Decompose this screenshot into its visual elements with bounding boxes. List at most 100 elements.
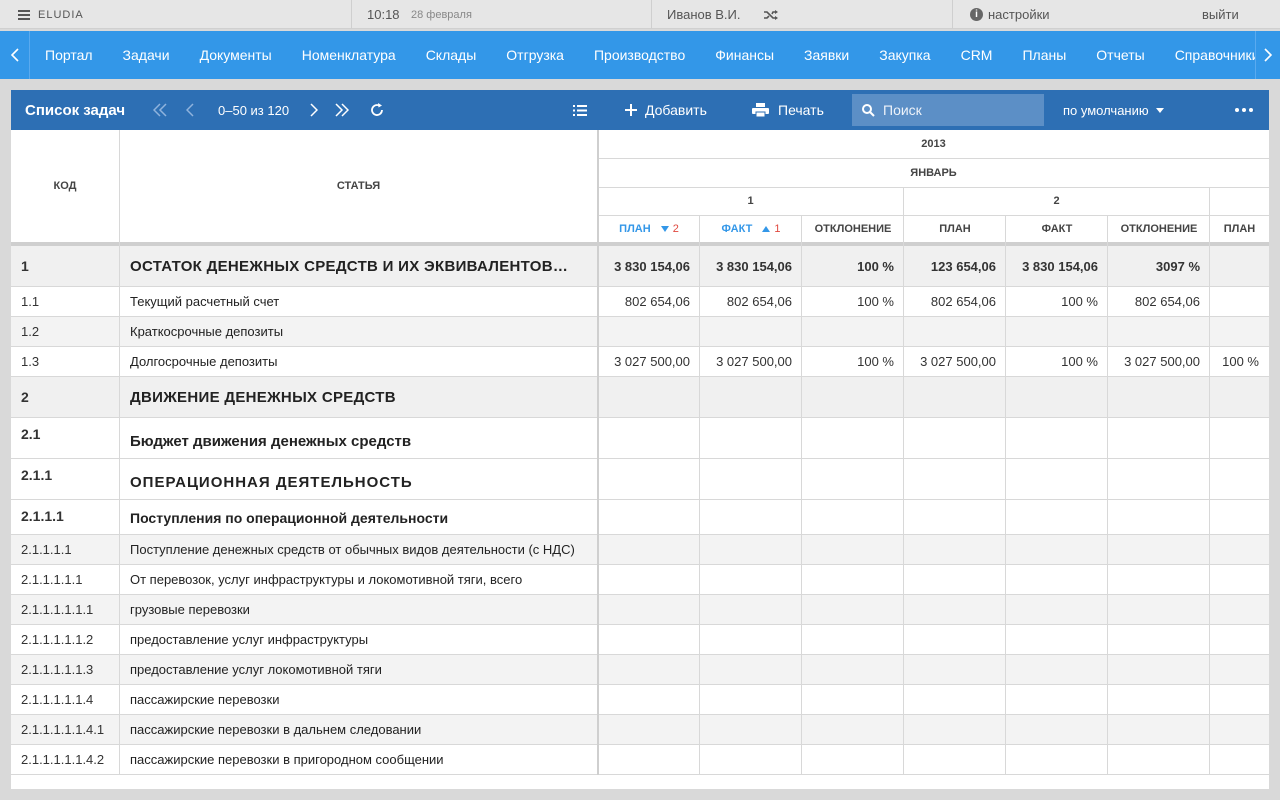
row-value[interactable]	[1006, 500, 1108, 534]
column-header-plan-3[interactable]: ПЛАН	[1210, 215, 1269, 242]
nav-item-crm[interactable]: CRM	[946, 47, 1008, 63]
row-value[interactable]	[598, 745, 700, 774]
row-value[interactable]: 100 %	[1006, 347, 1108, 376]
settings-link[interactable]: i настройки	[970, 0, 1050, 29]
first-page-button[interactable]	[153, 90, 167, 130]
row-value[interactable]	[904, 565, 1006, 594]
row-value[interactable]	[1210, 565, 1269, 594]
row-value[interactable]	[1006, 595, 1108, 624]
search-box[interactable]	[852, 94, 1044, 126]
row-value[interactable]	[1006, 459, 1108, 499]
row-value[interactable]	[1006, 625, 1108, 654]
nav-item-warehouses[interactable]: Склады	[411, 47, 492, 63]
row-value[interactable]	[1006, 535, 1108, 564]
nav-item-purchase[interactable]: Закупка	[864, 47, 945, 63]
row-value[interactable]	[904, 715, 1006, 744]
row-value[interactable]	[1210, 745, 1269, 774]
row-value[interactable]	[1210, 317, 1269, 346]
row-value[interactable]	[802, 685, 904, 714]
prev-page-button[interactable]	[186, 90, 194, 130]
row-value[interactable]	[904, 745, 1006, 774]
row-value[interactable]	[1006, 685, 1108, 714]
row-value[interactable]	[598, 565, 700, 594]
row-value[interactable]	[1108, 500, 1210, 534]
row-value[interactable]	[700, 565, 802, 594]
row-value[interactable]: 802 654,06	[904, 287, 1006, 316]
row-value[interactable]	[802, 459, 904, 499]
row-value[interactable]	[598, 459, 700, 499]
row-value[interactable]	[1006, 715, 1108, 744]
row-value[interactable]: 3097 %	[1108, 246, 1210, 286]
row-value[interactable]	[1006, 655, 1108, 684]
row-value[interactable]	[700, 377, 802, 417]
row-value[interactable]	[802, 377, 904, 417]
row-value[interactable]	[904, 500, 1006, 534]
row-value[interactable]	[700, 418, 802, 458]
logout-link[interactable]: выйти	[1202, 0, 1239, 29]
row-value[interactable]: 3 027 500,00	[1108, 347, 1210, 376]
app-logo[interactable]: ELUDIA	[18, 0, 84, 29]
row-value[interactable]	[700, 595, 802, 624]
row-value[interactable]	[700, 535, 802, 564]
row-value[interactable]	[1108, 625, 1210, 654]
row-value[interactable]	[700, 715, 802, 744]
row-value[interactable]: 100 %	[802, 287, 904, 316]
row-value[interactable]: 100 %	[1006, 287, 1108, 316]
row-value[interactable]: 123 654,06	[904, 246, 1006, 286]
switch-user-button[interactable]	[764, 0, 778, 29]
row-value[interactable]	[802, 625, 904, 654]
row-value[interactable]	[904, 377, 1006, 417]
column-header-plan-2[interactable]: ПЛАН	[904, 215, 1006, 242]
user-name[interactable]: Иванов В.И.	[667, 0, 741, 29]
nav-item-reports[interactable]: Отчеты	[1081, 47, 1159, 63]
search-input[interactable]	[883, 102, 1033, 118]
row-value[interactable]	[802, 715, 904, 744]
row-value[interactable]	[700, 459, 802, 499]
row-value[interactable]	[1210, 500, 1269, 534]
sort-select[interactable]: по умолчанию	[1063, 90, 1164, 130]
row-value[interactable]	[598, 535, 700, 564]
row-value[interactable]	[700, 625, 802, 654]
row-value[interactable]	[1108, 377, 1210, 417]
nav-item-references[interactable]: Справочники	[1160, 47, 1255, 63]
row-value[interactable]	[700, 655, 802, 684]
column-header-plan-1[interactable]: ПЛАН 2	[598, 215, 700, 242]
row-value[interactable]: 3 027 500,00	[904, 347, 1006, 376]
column-header-fact-1[interactable]: ФАКТ 1	[700, 215, 802, 242]
column-header-code[interactable]: КОД	[11, 130, 119, 242]
row-value[interactable]	[1210, 535, 1269, 564]
row-value[interactable]: 802 654,06	[598, 287, 700, 316]
row-value[interactable]	[1006, 317, 1108, 346]
row-value[interactable]	[802, 565, 904, 594]
nav-item-shipment[interactable]: Отгрузка	[491, 47, 579, 63]
row-value[interactable]	[1210, 685, 1269, 714]
row-value[interactable]	[802, 745, 904, 774]
print-button[interactable]: Печать	[752, 90, 824, 130]
row-value[interactable]	[904, 459, 1006, 499]
row-value[interactable]	[1006, 745, 1108, 774]
row-value[interactable]	[904, 595, 1006, 624]
row-value[interactable]	[1108, 418, 1210, 458]
nav-item-tasks[interactable]: Задачи	[108, 47, 185, 63]
row-value[interactable]	[1210, 418, 1269, 458]
row-value[interactable]: 100 %	[802, 246, 904, 286]
row-value[interactable]: 802 654,06	[1108, 287, 1210, 316]
add-button[interactable]: Добавить	[625, 90, 707, 130]
row-value[interactable]	[1210, 459, 1269, 499]
row-value[interactable]	[598, 625, 700, 654]
row-value[interactable]	[598, 715, 700, 744]
row-value[interactable]	[904, 535, 1006, 564]
row-value[interactable]	[1210, 246, 1269, 286]
row-value[interactable]	[598, 655, 700, 684]
row-value[interactable]	[598, 418, 700, 458]
row-value[interactable]: 3 830 154,06	[1006, 246, 1108, 286]
row-value[interactable]	[1108, 565, 1210, 594]
row-value[interactable]	[598, 685, 700, 714]
next-page-button[interactable]	[310, 90, 318, 130]
row-value[interactable]	[904, 317, 1006, 346]
row-value[interactable]	[1210, 287, 1269, 316]
row-value[interactable]	[904, 418, 1006, 458]
nav-scroll-right-button[interactable]	[1255, 31, 1280, 79]
row-value[interactable]	[1210, 595, 1269, 624]
nav-item-nomenclature[interactable]: Номенклатура	[287, 47, 411, 63]
